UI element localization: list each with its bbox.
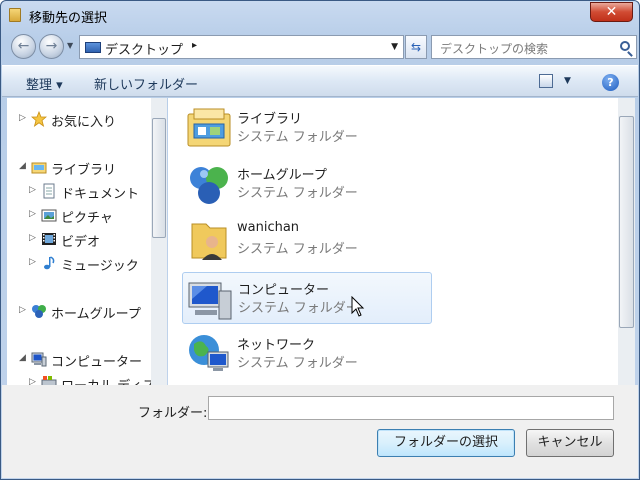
tree-item-label: お気に入り: [51, 115, 117, 130]
item-name: ネットワーク: [237, 338, 316, 353]
forward-button[interactable]: →: [39, 34, 64, 59]
item-description: システム フォルダー: [238, 301, 359, 316]
address-bar[interactable]: デスクトップ ▸ ▼: [79, 35, 404, 59]
folder-list: ライブラリ システム フォルダー ホームグループ システム フォルダー wani…: [168, 98, 618, 385]
item-description: システム フォルダー: [237, 356, 358, 371]
expand-arrow-icon[interactable]: ▷: [29, 377, 36, 385]
title-bar[interactable]: 移動先の選択 ✕: [1, 1, 639, 29]
toolbar: 整理 ▾ 新しいフォルダー ▼ ?: [2, 65, 638, 97]
help-icon[interactable]: ?: [602, 74, 619, 91]
mouse-cursor-icon: [351, 296, 365, 317]
window-title: 移動先の選択: [29, 11, 108, 26]
homegroup-icon: [32, 305, 46, 318]
list-item-user-folder[interactable]: wanichan システム フォルダー: [182, 214, 432, 266]
collapse-arrow-icon[interactable]: ◢: [19, 161, 26, 171]
refresh-button[interactable]: ⇆: [405, 35, 427, 59]
address-chevron-icon[interactable]: ▸: [192, 40, 197, 51]
folder-field-label: フォルダー:: [138, 406, 208, 421]
list-scroll-thumb[interactable]: [619, 116, 634, 328]
item-description: システム フォルダー: [237, 242, 358, 257]
expand-arrow-icon[interactable]: ▷: [29, 257, 36, 267]
desktop-icon: [85, 42, 101, 53]
disk-icon: [41, 376, 57, 385]
navigation-bar: ← → ▼ デスクトップ ▸ ▼ ⇆ デスクトップの検索: [7, 31, 637, 63]
star-icon: [31, 111, 47, 127]
list-item-network[interactable]: ネットワーク システム フォルダー: [182, 328, 432, 380]
expand-arrow-icon[interactable]: ▷: [19, 305, 26, 315]
organize-button[interactable]: 整理 ▾: [26, 74, 63, 93]
library-icon: [187, 108, 231, 147]
list-scrollbar[interactable]: [618, 98, 635, 385]
tree-item-label: ビデオ: [61, 235, 101, 250]
list-item-computer[interactable]: コンピューター システム フォルダー: [182, 272, 432, 324]
tree-item-label: ライブラリ: [51, 163, 117, 178]
forward-arrow-icon: →: [45, 38, 58, 54]
search-icon[interactable]: [620, 41, 630, 51]
video-icon: [42, 233, 56, 245]
cancel-button[interactable]: キャンセル: [526, 429, 614, 457]
item-name: wanichan: [237, 220, 300, 235]
dialog-window: 移動先の選択 ✕ ← → ▼ デスクトップ ▸ ▼ ⇆ デスクトップの検索 整理…: [0, 0, 640, 480]
network-icon: [189, 335, 229, 371]
computer-icon: [188, 282, 232, 320]
tree-item-label: ドキュメント: [61, 187, 140, 202]
tree-item-label: ミュージック: [61, 259, 139, 274]
navigation-tree: ▷ お気に入り ◢ ライブラリ ▷ ドキュメント ▷ ピクチャ ▷ ビデオ ▷ …: [7, 98, 167, 385]
expand-arrow-icon[interactable]: ▷: [29, 209, 36, 219]
item-description: システム フォルダー: [237, 186, 358, 201]
item-name: ホームグループ: [237, 168, 327, 183]
list-item-libraries[interactable]: ライブラリ システム フォルダー: [182, 102, 432, 154]
tree-scrollbar[interactable]: [151, 98, 167, 385]
item-description: システム フォルダー: [237, 130, 358, 145]
expand-arrow-icon[interactable]: ▷: [29, 185, 36, 195]
picture-icon: [41, 209, 57, 222]
folder-name-input[interactable]: [208, 396, 614, 420]
user-folder-icon: [191, 223, 227, 260]
view-options-icon[interactable]: [539, 74, 553, 88]
list-item-homegroup[interactable]: ホームグループ システム フォルダー: [182, 158, 432, 210]
address-dropdown-icon[interactable]: ▼: [391, 42, 398, 52]
tree-scroll-thumb[interactable]: [152, 118, 166, 238]
select-folder-button[interactable]: フォルダーの選択: [377, 429, 515, 457]
view-dropdown-icon[interactable]: ▼: [564, 76, 571, 86]
homegroup-icon: [190, 167, 228, 204]
library-icon: [31, 162, 47, 174]
expand-arrow-icon[interactable]: ▷: [19, 113, 26, 123]
address-location[interactable]: デスクトップ: [105, 39, 183, 58]
close-button[interactable]: ✕: [590, 2, 633, 22]
tree-item-label: ホームグループ: [51, 307, 141, 322]
back-button[interactable]: ←: [11, 34, 36, 59]
search-placeholder: デスクトップの検索: [440, 42, 549, 56]
new-folder-button[interactable]: 新しいフォルダー: [94, 74, 198, 93]
folder-icon: [9, 8, 21, 22]
computer-icon: [31, 352, 47, 367]
tree-item-label: ピクチャ: [61, 211, 113, 226]
dialog-footer: フォルダー: フォルダーの選択 キャンセル: [2, 385, 638, 478]
item-name: コンピューター: [238, 283, 330, 298]
music-icon: [44, 256, 55, 270]
search-input[interactable]: デスクトップの検索: [431, 35, 637, 59]
history-dropdown-icon[interactable]: ▼: [67, 41, 73, 50]
document-icon: [43, 183, 55, 199]
expand-arrow-icon[interactable]: ▷: [29, 233, 36, 243]
collapse-arrow-icon[interactable]: ◢: [19, 353, 26, 363]
tree-item-label: コンピューター: [51, 355, 143, 370]
back-arrow-icon: ←: [17, 38, 30, 54]
item-name: ライブラリ: [237, 112, 303, 127]
